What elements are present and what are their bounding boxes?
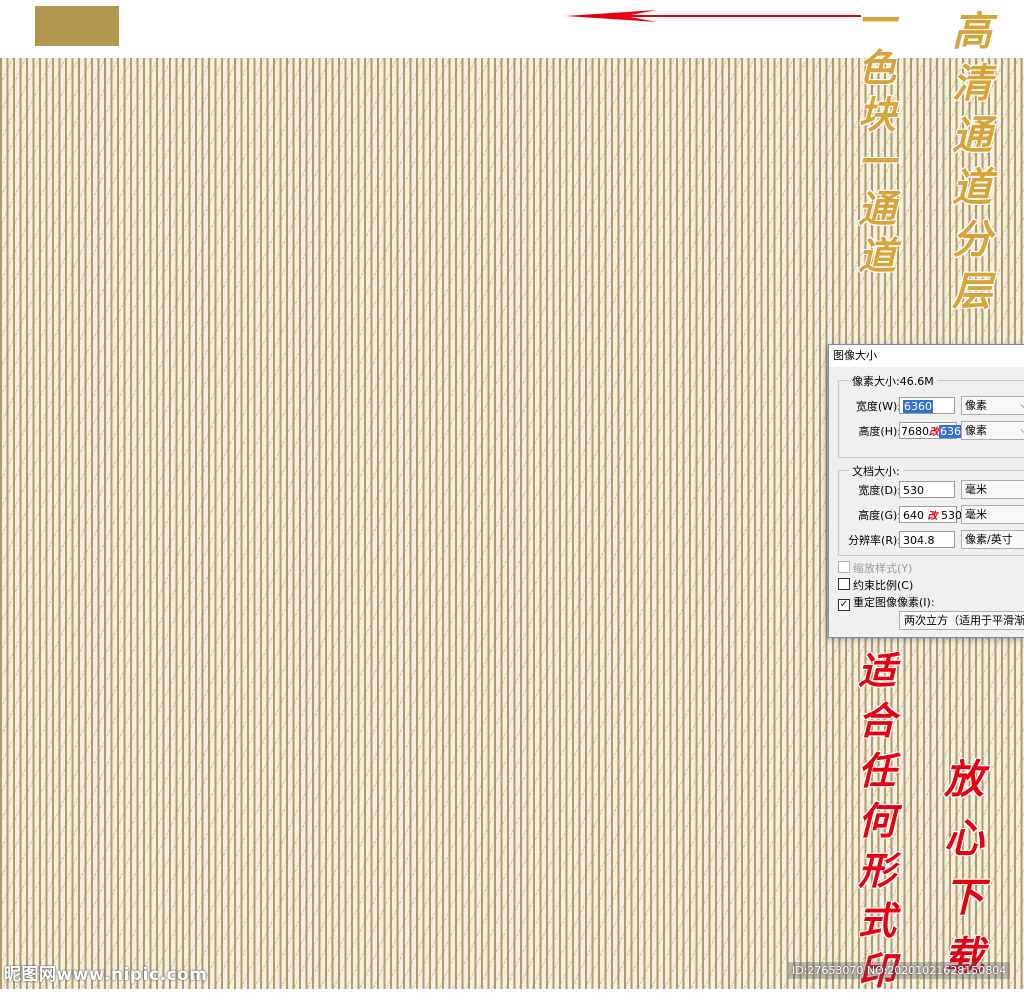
checkbox-icon: [838, 578, 850, 590]
site-watermark: 昵图网www.nipic.com: [4, 965, 208, 985]
image-size-dialog: 图像大小 像素大小:46.6M 宽度(W): 6360 像素⌵ 高度(H): 7…: [828, 344, 1024, 638]
red-arrow-icon: [565, 10, 861, 22]
width-px-input[interactable]: 6360: [899, 397, 955, 414]
checkbox-icon: [838, 561, 850, 573]
doc-height-input[interactable]: 640 改 530: [899, 506, 962, 523]
pixel-size-label: 像素大小:46.6M: [849, 373, 937, 389]
chevron-down-icon: ⌵: [1020, 422, 1024, 439]
doc-width-input[interactable]: 530: [899, 481, 955, 498]
doc-height-label: 高度(G):: [858, 509, 901, 522]
id-watermark: ID:27653070 NO:20201021628150804: [788, 962, 1011, 979]
resample-checkbox[interactable]: ✓ 重定图像像素(I):: [838, 594, 935, 611]
chevron-down-icon: ⌵: [1020, 397, 1024, 414]
height-px-label: 高度(H):: [858, 425, 901, 438]
document-size-group: 文档大小: 宽度(D): 530 毫米 高度(G): 640 改 530 毫米 …: [838, 463, 1024, 556]
resolution-unit-select[interactable]: 像素/英寸: [961, 530, 1024, 549]
color-swatch: [35, 6, 119, 46]
resample-method-select[interactable]: 两次立方（适用于平滑渐变: [899, 611, 1024, 630]
width-px-unit-select[interactable]: 像素⌵: [961, 396, 1024, 415]
dialog-title: 图像大小: [829, 345, 1024, 367]
checkmark-icon: ✓: [838, 599, 850, 611]
channel-annotation: 一 色 块 一 通 道: [858, 0, 897, 278]
hd-layer-annotation: 高 清 通 道 分 层: [952, 8, 992, 315]
resolution-label: 分辨率(R):: [848, 534, 901, 547]
scale-styles-checkbox[interactable]: 缩放样式(Y): [838, 560, 912, 576]
doc-width-unit-select[interactable]: 毫米: [961, 480, 1024, 499]
download-annotation: 放 心 下 载: [944, 756, 984, 980]
print-annotation: 适 合 任 何 形 式 印: [858, 648, 897, 993]
width-px-label: 宽度(W):: [855, 400, 901, 413]
doc-width-label: 宽度(D):: [858, 484, 901, 497]
pixel-dimensions-group: 像素大小:46.6M 宽度(W): 6360 像素⌵ 高度(H): 7680改6…: [838, 373, 1024, 458]
doc-height-unit-select[interactable]: 毫米: [961, 505, 1024, 524]
height-px-input[interactable]: 7680改6360: [899, 422, 969, 439]
resolution-input[interactable]: 304.8: [899, 531, 955, 548]
height-px-unit-select[interactable]: 像素⌵: [961, 421, 1024, 440]
constrain-proportions-checkbox[interactable]: 约束比例(C): [838, 577, 913, 593]
doc-size-label: 文档大小:: [849, 463, 903, 479]
